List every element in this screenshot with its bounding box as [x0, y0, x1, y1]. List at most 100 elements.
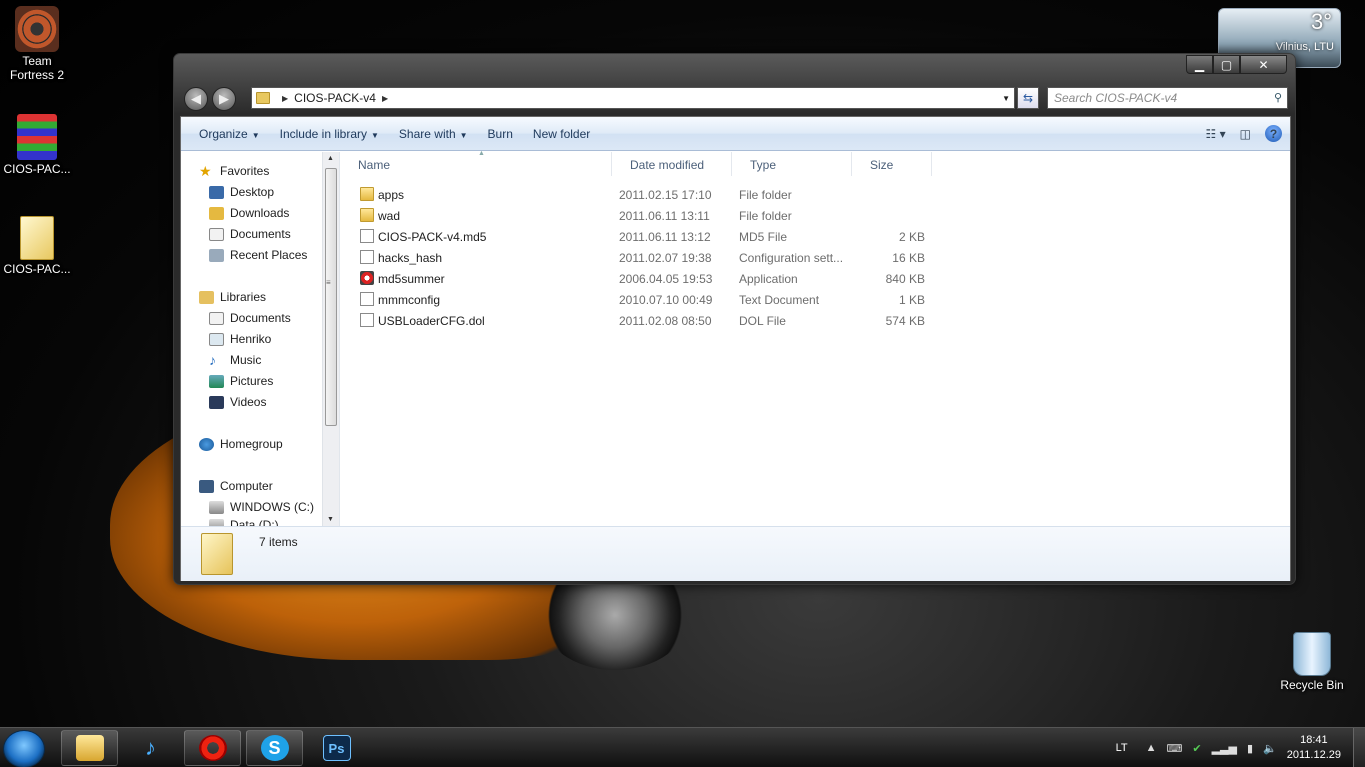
nav-drive-c[interactable]: WINDOWS (C:) — [209, 500, 314, 514]
network-signal-icon[interactable]: ▂▃▅ — [1212, 742, 1237, 755]
desktop-icon-label: CIOS-PAC... — [3, 162, 71, 176]
folder-icon — [360, 208, 374, 222]
share-label: Share with — [398, 126, 456, 141]
nav-label: Music — [230, 353, 262, 367]
opera-icon: O — [198, 735, 227, 761]
nav-homegroup[interactable]: Homegroup — [199, 437, 283, 451]
keyboard-icon[interactable]: ⌨ — [1166, 742, 1182, 755]
power-icon[interactable]: ▮ — [1247, 742, 1253, 755]
tf2-game-icon — [15, 6, 59, 52]
scroll-up-icon[interactable]: ▲ — [327, 155, 334, 162]
include-in-library-button[interactable]: Include in library ▼ — [270, 127, 389, 141]
winrar-archive-icon — [17, 114, 57, 160]
nav-favorites[interactable]: ★ Favorites — [199, 162, 269, 179]
include-label: Include in library — [279, 126, 367, 141]
security-icon[interactable]: ✔ — [1192, 742, 1201, 755]
organize-button[interactable]: Organize ▼ — [189, 127, 270, 141]
drive-icon — [209, 518, 224, 526]
nav-label: Documents — [230, 227, 291, 241]
show-desktop-button[interactable] — [1353, 728, 1365, 767]
refresh-button[interactable]: ⇆ — [1017, 87, 1039, 109]
file-row[interactable]: apps 2011.02.15 17:10 File folder — [350, 184, 1110, 205]
maximize-button[interactable]: ▢ — [1213, 55, 1240, 74]
help-icon[interactable]: ? — [1265, 125, 1282, 142]
taskbar-explorer[interactable] — [61, 730, 118, 766]
start-button[interactable] — [3, 730, 45, 767]
file-date: 2011.02.07 19:38 — [619, 251, 712, 265]
file-size: 16 KB — [892, 251, 925, 265]
desktop-icon-cios-archive[interactable]: CIOS-PAC... — [0, 114, 74, 176]
file-row[interactable]: mmmconfig 2010.07.10 00:49 Text Document… — [350, 289, 1110, 310]
file-row[interactable]: hacks_hash 2011.02.07 19:38 Configuratio… — [350, 247, 1110, 268]
file-size: 840 KB — [885, 272, 925, 286]
nav-music[interactable]: ♪ Music — [209, 353, 262, 368]
taskbar-skype[interactable]: S — [246, 730, 303, 766]
address-bar[interactable]: ▶ CIOS-PACK-v4 ▶ ▼ — [251, 87, 1015, 109]
search-input[interactable]: Search CIOS-PACK-v4 ⚲ — [1047, 87, 1288, 109]
folder-icon — [201, 533, 233, 575]
chevron-right-icon[interactable]: ▶ — [282, 94, 288, 103]
explorer-client-area: Organize ▼ Include in library ▼ Share with… — [180, 116, 1291, 581]
scroll-down-icon[interactable]: ▼ — [327, 516, 334, 523]
language-indicator[interactable]: LT — [1116, 742, 1128, 754]
view-options-icon[interactable]: ☷ ▾ — [1206, 127, 1226, 141]
forward-button[interactable]: ▶ — [212, 87, 236, 111]
refresh-icon: ⇆ — [1022, 91, 1034, 105]
show-hidden-icons-icon[interactable]: ▲ — [1146, 742, 1157, 754]
column-header-name[interactable]: Name ▲ — [340, 150, 612, 176]
chevron-down-icon[interactable]: ▼ — [1002, 94, 1010, 103]
taskbar-opera[interactable]: O — [184, 730, 241, 766]
file-type: File folder — [739, 209, 792, 223]
desktop-icon-label: Team Fortress 2 — [9, 54, 64, 82]
file-date: 2011.02.15 17:10 — [619, 188, 712, 202]
window-controls: ▁ ▢ ✕ — [1186, 55, 1287, 74]
taskbar: ♪ O S Ps LT ▲ ⌨ ✔ ▂▃▅ ▮ 🔈 18:41 2011.12.… — [0, 727, 1365, 767]
volume-icon[interactable]: 🔈 — [1263, 742, 1277, 755]
search-icon[interactable]: ⚲ — [1274, 91, 1282, 104]
clock[interactable]: 18:41 2011.12.29 — [1287, 733, 1341, 763]
file-row[interactable]: USBLoaderCFG.dol 2011.02.08 08:50 DOL Fi… — [350, 310, 1110, 331]
nav-lib-documents[interactable]: Documents — [209, 311, 291, 325]
column-header-date[interactable]: Date modified — [612, 152, 732, 176]
burn-button[interactable]: Burn — [478, 127, 523, 141]
nav-computer[interactable]: Computer — [199, 479, 273, 493]
desktop-icon-tf2[interactable]: Team Fortress 2 — [0, 6, 74, 82]
column-header-size[interactable]: Size — [852, 152, 932, 176]
nav-label: Data (D:) — [230, 518, 279, 526]
star-icon: ★ — [199, 162, 212, 179]
minimize-button[interactable]: ▁ — [1186, 55, 1213, 74]
share-with-button[interactable]: Share with ▼ — [389, 127, 478, 141]
nav-documents[interactable]: Documents — [209, 227, 291, 241]
nav-recent-places[interactable]: Recent Places — [209, 248, 307, 262]
taskbar-music-player[interactable]: ♪ — [122, 730, 179, 766]
taskbar-photoshop[interactable]: Ps — [308, 730, 365, 766]
nav-label: Libraries — [220, 290, 267, 304]
breadcrumb-cios-pack-v4[interactable]: CIOS-PACK-v4 — [294, 91, 376, 105]
desktop-icon-recycle-bin[interactable]: Recycle Bin — [1275, 632, 1349, 692]
file-row[interactable]: wad 2011.06.11 13:11 File folder — [350, 205, 1110, 226]
scrollbar-thumb[interactable] — [325, 168, 337, 426]
recent-places-icon — [209, 248, 224, 262]
new-folder-button[interactable]: New folder — [523, 127, 600, 141]
nav-downloads[interactable]: Downloads — [209, 206, 289, 220]
preview-pane-icon[interactable]: ◫ — [1240, 127, 1251, 141]
details-pane: 7 items — [181, 526, 1290, 581]
folder-icon — [256, 92, 270, 104]
desktop-icon-cios-folder[interactable]: CIOS-PAC... — [0, 216, 74, 276]
file-size: 2 KB — [898, 230, 925, 244]
nav-libraries[interactable]: Libraries — [199, 290, 266, 304]
nav-henriko[interactable]: Henriko — [209, 332, 271, 346]
file-row[interactable]: CIOS-PACK-v4.md5 2011.06.11 13:12 MD5 Fi… — [350, 226, 1110, 247]
chevron-right-icon[interactable]: ▶ — [382, 94, 388, 103]
nav-scrollbar[interactable]: ▲ ≡ ▼ — [322, 152, 339, 526]
nav-drive-d[interactable]: Data (D:) — [209, 518, 279, 526]
back-button[interactable]: ◀ — [184, 87, 208, 111]
photoshop-icon: Ps — [322, 735, 351, 761]
nav-pictures[interactable]: Pictures — [209, 374, 273, 388]
column-header-type[interactable]: Type — [732, 152, 852, 176]
sort-ascending-icon: ▲ — [478, 150, 485, 157]
close-button[interactable]: ✕ — [1240, 55, 1287, 74]
nav-desktop[interactable]: Desktop — [209, 185, 274, 199]
nav-videos[interactable]: Videos — [209, 395, 266, 409]
file-row[interactable]: md5summer 2006.04.05 19:53 Application 8… — [350, 268, 1110, 289]
